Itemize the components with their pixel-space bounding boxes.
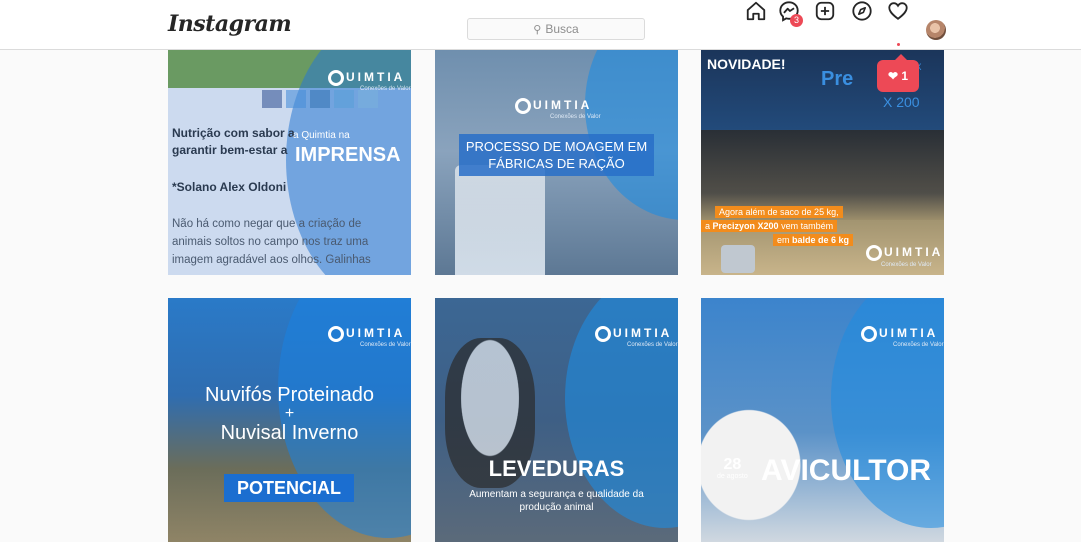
activity-heart-icon[interactable]	[887, 0, 909, 22]
article-title: Nutrição com sabor a garantir bem-estar …	[172, 126, 295, 157]
facebook-icon	[262, 90, 282, 108]
heart-filled-icon: ❤	[887, 69, 899, 83]
linkedin-icon	[310, 90, 330, 108]
brand-tagline: Conexões de Valor	[360, 342, 411, 348]
profile-avatar[interactable]	[926, 20, 946, 40]
activity-indicator-dot	[897, 43, 900, 46]
post-title: LEVEDURAS	[488, 456, 625, 481]
post-subtitle: Aumentam a segurança e qualidade da prod…	[469, 489, 644, 513]
quimtia-logo: UIMTIA	[328, 326, 405, 342]
quimtia-logo: UIMTIA	[595, 326, 672, 342]
bucket-image	[721, 245, 755, 273]
brand-tagline: Conexões de Valor	[550, 114, 601, 120]
post-tile-moagem[interactable]: UIMTIA Conexões de Valor PROCESSO DE MOA…	[435, 50, 678, 275]
brand-tagline: Conexões de Valor	[893, 342, 944, 348]
messages-badge: 3	[790, 14, 803, 27]
quimtia-logo: UIMTIA	[328, 70, 405, 86]
email-icon	[358, 90, 378, 108]
event-date: 28 de agosto	[717, 456, 748, 481]
post-title: PROCESSO DE MOAGEM EM FÁBRICAS DE RAÇÃO	[459, 134, 654, 176]
quimtia-logo: UIMTIA	[866, 245, 943, 261]
search-input[interactable]: ⚲ Busca	[467, 18, 645, 40]
home-icon[interactable]	[745, 0, 767, 22]
search-icon: ⚲	[533, 24, 542, 36]
explore-compass-icon[interactable]	[851, 0, 873, 22]
offer-line-2: a Precizyon X200 vem também	[701, 220, 838, 232]
tag-imprensa: IMPRENSA	[295, 144, 401, 166]
share-buttons	[262, 90, 378, 108]
new-post-icon[interactable]	[814, 0, 836, 22]
search-placeholder: Busca	[545, 22, 579, 36]
post-tile-imprensa[interactable]: UIMTIA Conexões de Valor Nutrição com sa…	[168, 50, 411, 275]
product-x200: X 200	[883, 94, 920, 110]
headline-novidade: NOVIDADE!	[707, 56, 786, 72]
quimtia-logo: UIMTIA	[515, 98, 592, 114]
top-nav-bar: Instagram ⚲ Busca 3	[0, 0, 1081, 50]
glass-jar-image	[455, 165, 545, 275]
post-tile-avicultor[interactable]: UIMTIA Conexões de Valor 28 de agosto AV…	[701, 298, 944, 542]
brand-tagline: Conexões de Valor	[881, 262, 932, 268]
post-title: AVICULTOR	[761, 454, 931, 487]
posts-grid: UIMTIA Conexões de Valor Nutrição com sa…	[168, 50, 944, 542]
post-tile-nuvifos[interactable]: UIMTIA Conexões de Valor Nuvifós Protein…	[168, 298, 411, 542]
article-body: Não há como negar que a criação de anima…	[172, 218, 371, 266]
twitter-icon	[286, 90, 306, 108]
instagram-logo[interactable]: Instagram	[168, 11, 292, 37]
article-author: *Solano Alex Oldoni	[172, 180, 287, 194]
likes-notification-popup[interactable]: ❤ 1	[877, 54, 919, 92]
offer-line-3: em balde de 6 kg	[773, 234, 854, 246]
product-combo: Nuvifós Proteinado + Nuvisal Inverno	[205, 384, 374, 444]
notification-count: 1	[901, 69, 909, 83]
offer-line-1: Agora além de saco de 25 kg,	[715, 206, 843, 218]
potencial-badge: POTENCIAL	[224, 474, 354, 502]
post-tile-leveduras[interactable]: UIMTIA Conexões de Valor LEVEDURAS Aumen…	[435, 298, 678, 542]
quimtia-logo: UIMTIA	[861, 326, 938, 342]
pinterest-icon	[334, 90, 354, 108]
brand-tagline: Conexões de Valor	[627, 342, 678, 348]
tag-small: a Quimtia na	[293, 130, 350, 141]
